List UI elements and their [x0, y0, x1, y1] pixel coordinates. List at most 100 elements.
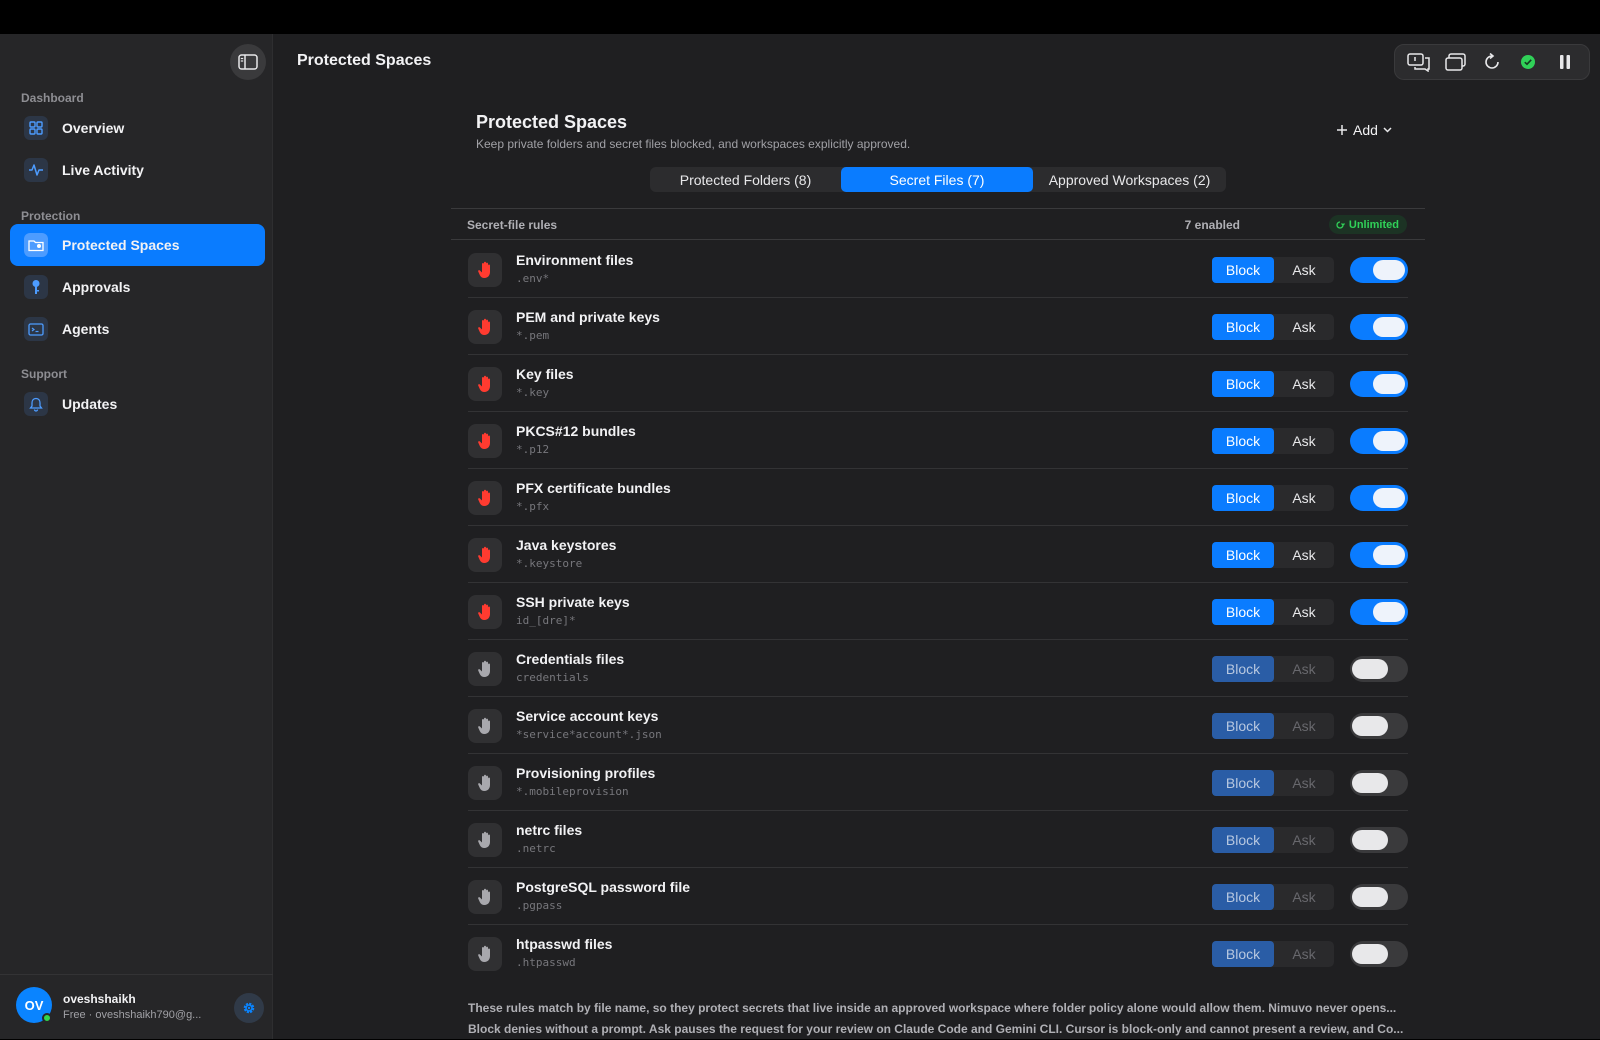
rule-toggle[interactable] — [1350, 257, 1408, 283]
rule-toggle[interactable] — [1350, 428, 1408, 454]
block-button[interactable]: Block — [1212, 314, 1274, 340]
windows-button[interactable] — [1441, 47, 1471, 77]
sidebar-icon — [238, 54, 258, 70]
sidebar-item-agents[interactable]: Agents — [10, 308, 265, 350]
rule-name: SSH private keys — [516, 594, 630, 610]
ask-button[interactable]: Ask — [1274, 542, 1334, 568]
rule-row: PKCS#12 bundles *.p12 Block Ask — [468, 412, 1408, 469]
rule-toggle[interactable] — [1350, 770, 1408, 796]
sidebar-item-protected-spaces[interactable]: Protected Spaces — [10, 224, 265, 266]
block-button[interactable]: Block — [1212, 428, 1274, 454]
rule-name: PEM and private keys — [516, 309, 660, 325]
toggle-knob — [1373, 317, 1405, 337]
block-button[interactable]: Block — [1212, 884, 1274, 910]
add-button[interactable]: Add — [1336, 122, 1392, 138]
ask-button[interactable]: Ask — [1274, 428, 1334, 454]
hand-icon — [468, 367, 502, 401]
block-button[interactable]: Block — [1212, 941, 1274, 967]
page-title: Protected Spaces — [476, 112, 628, 132]
rule-row: Key files *.key Block Ask — [468, 355, 1408, 412]
settings-button[interactable] — [234, 993, 264, 1023]
rule-toggle[interactable] — [1350, 371, 1408, 397]
rule-toggle[interactable] — [1350, 884, 1408, 910]
rule-toggle[interactable] — [1350, 314, 1408, 340]
block-button[interactable]: Block — [1212, 656, 1274, 682]
rule-toggle[interactable] — [1350, 941, 1408, 967]
hand-icon — [468, 595, 502, 629]
toggle-knob — [1373, 488, 1405, 508]
rule-row: htpasswd files .htpasswd Block Ask — [468, 925, 1408, 982]
rule-toggle[interactable] — [1350, 599, 1408, 625]
rule-name: Provisioning profiles — [516, 765, 656, 781]
rules-header-label: Secret-file rules — [467, 218, 558, 232]
user-account[interactable]: OV oveshshaikh Free · oveshshaikh790@g..… — [0, 974, 273, 1039]
protection-status-button[interactable] — [1513, 47, 1543, 77]
rule-name: PostgreSQL password file — [516, 879, 691, 895]
rule-toggle[interactable] — [1350, 827, 1408, 853]
rule-pattern: .netrc — [516, 842, 556, 855]
toggle-knob — [1352, 773, 1388, 793]
bell-icon — [24, 392, 48, 416]
block-button[interactable]: Block — [1212, 713, 1274, 739]
chevron-down-icon — [1383, 127, 1392, 133]
ask-button[interactable]: Ask — [1274, 884, 1334, 910]
rule-toggle[interactable] — [1350, 485, 1408, 511]
hand-icon — [468, 880, 502, 914]
ask-button[interactable]: Ask — [1274, 485, 1334, 511]
hand-icon — [468, 424, 502, 458]
block-button[interactable]: Block — [1212, 485, 1274, 511]
ask-button[interactable]: Ask — [1274, 713, 1334, 739]
block-button[interactable]: Block — [1212, 770, 1274, 796]
ask-button[interactable]: Ask — [1274, 314, 1334, 340]
chat-button[interactable] — [1404, 47, 1434, 77]
rule-toggle[interactable] — [1350, 542, 1408, 568]
rule-toggle[interactable] — [1350, 713, 1408, 739]
rule-row: PostgreSQL password file .pgpass Block Ask — [468, 868, 1408, 925]
block-button[interactable]: Block — [1212, 257, 1274, 283]
plus-icon — [1337, 125, 1347, 135]
hand-icon — [468, 937, 502, 971]
footnote-line: These rules match by file name, so they … — [468, 1001, 1397, 1015]
toggle-knob — [1352, 830, 1388, 850]
toggle-knob — [1373, 602, 1405, 622]
ask-button[interactable]: Ask — [1274, 941, 1334, 967]
block-button[interactable]: Block — [1212, 599, 1274, 625]
tab-approved-workspaces[interactable]: Approved Workspaces (2) — [1033, 167, 1226, 192]
toggle-knob — [1352, 887, 1388, 907]
ask-button[interactable]: Ask — [1274, 599, 1334, 625]
rule-name: PKCS#12 bundles — [516, 423, 636, 439]
tab-protected-folders[interactable]: Protected Folders (8) — [650, 167, 841, 192]
block-button[interactable]: Block — [1212, 371, 1274, 397]
rule-toggle[interactable] — [1350, 656, 1408, 682]
folder-shield-icon — [24, 233, 48, 257]
rules-header: Secret-file rules 7 enabled Unlimited — [451, 208, 1425, 240]
sidebar-item-overview[interactable]: Overview — [10, 107, 265, 149]
section-label-protection: Protection — [21, 209, 81, 223]
sidebar-item-live-activity[interactable]: Live Activity — [10, 149, 265, 191]
action-segmented-control: Block Ask — [1212, 770, 1334, 796]
sidebar-item-approvals[interactable]: Approvals — [10, 266, 265, 308]
rule-pattern: *.pem — [516, 329, 550, 342]
rule-pattern: .env* — [516, 272, 550, 285]
ask-button[interactable]: Ask — [1274, 257, 1334, 283]
refresh-button[interactable] — [1477, 47, 1507, 77]
block-button[interactable]: Block — [1212, 542, 1274, 568]
pause-button[interactable] — [1550, 47, 1580, 77]
refresh-icon — [1485, 53, 1499, 69]
ask-button[interactable]: Ask — [1274, 827, 1334, 853]
hand-icon — [468, 823, 502, 857]
sidebar-item-updates[interactable]: Updates — [10, 383, 265, 425]
ask-button[interactable]: Ask — [1274, 371, 1334, 397]
windows-icon — [1444, 53, 1466, 71]
block-button[interactable]: Block — [1212, 827, 1274, 853]
footnote: These rules match by file name, so they … — [468, 998, 1413, 1040]
hand-icon — [468, 310, 502, 344]
rule-pattern: id_[dre]* — [516, 614, 576, 627]
ask-button[interactable]: Ask — [1274, 656, 1334, 682]
plan-badge: Unlimited — [1328, 215, 1407, 234]
user-plan: Free · oveshshaikh790@g... — [63, 1009, 202, 1021]
tab-secret-files[interactable]: Secret Files (7) — [841, 167, 1033, 192]
sidebar-toggle-button[interactable] — [230, 44, 266, 80]
ask-button[interactable]: Ask — [1274, 770, 1334, 796]
toggle-knob — [1352, 659, 1388, 679]
